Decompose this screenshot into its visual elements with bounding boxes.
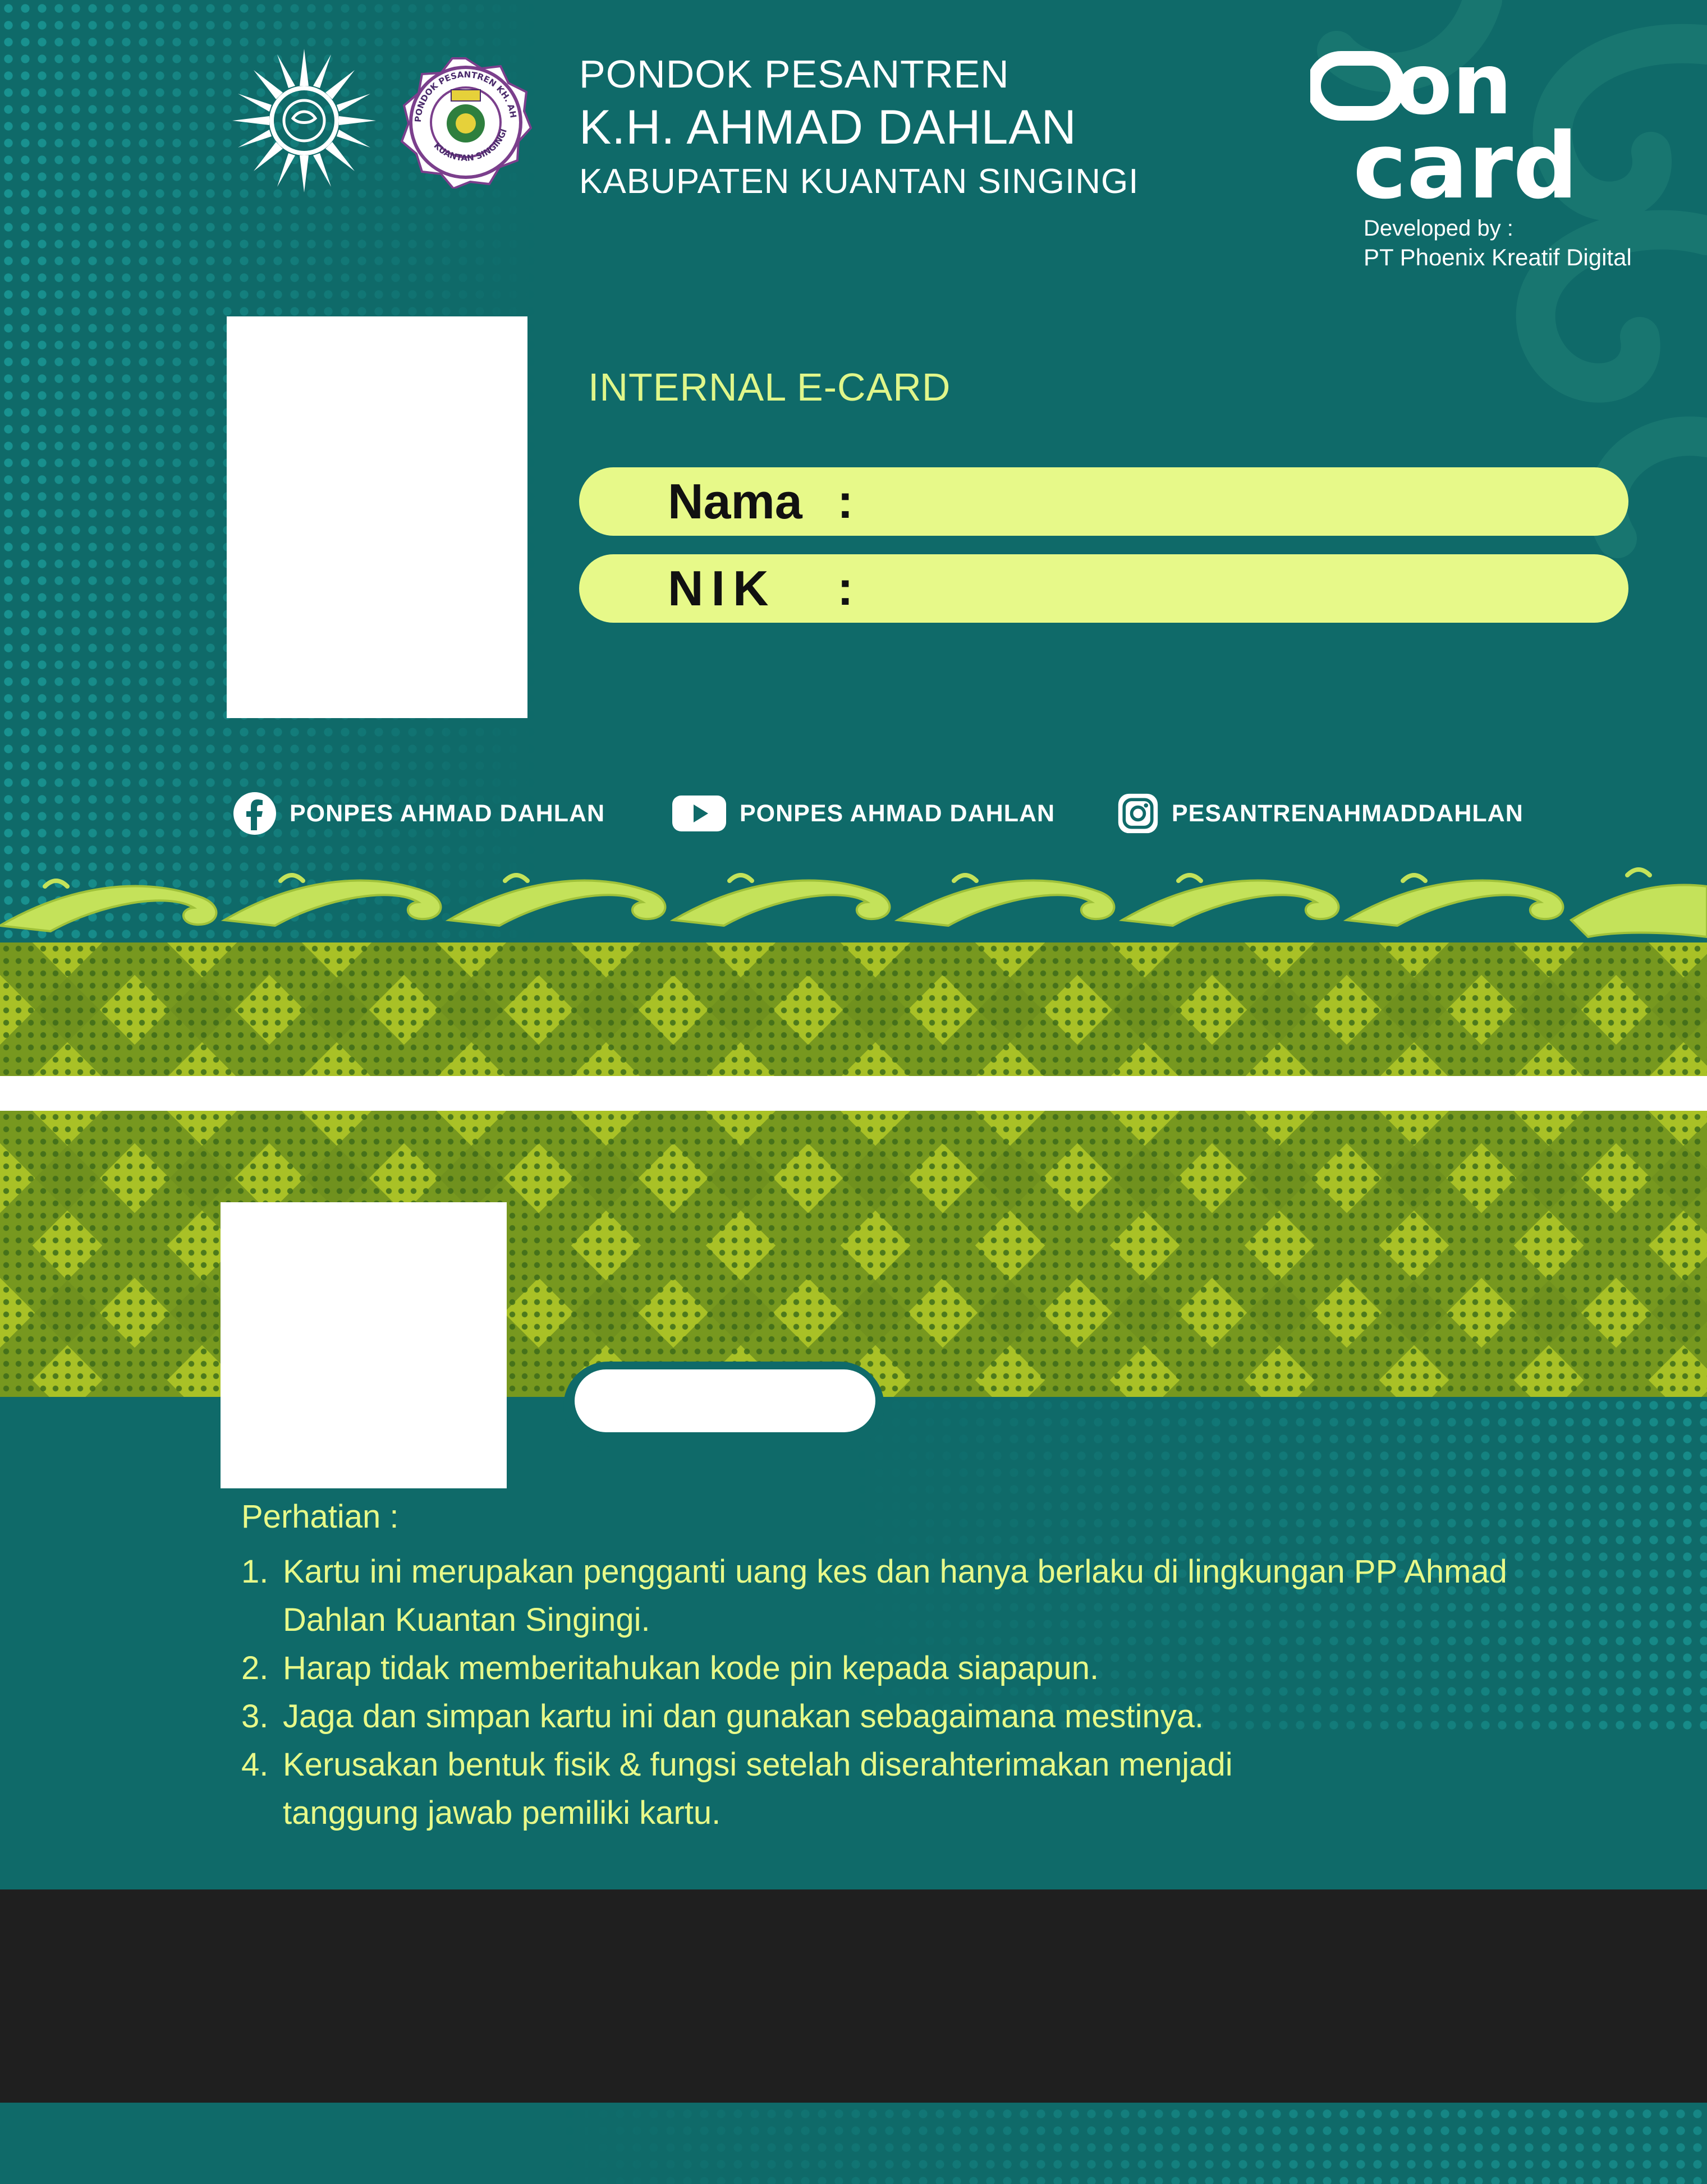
instagram-handle: PESANTRENAHMADDAHLAN [1172,799,1524,827]
facebook-icon [233,792,276,835]
developed-by-label: Developed by : [1364,216,1513,241]
facebook-handle: PONPES AHMAD DAHLAN [290,799,605,827]
nik-field-label: NIK [668,560,777,616]
card-separator [0,1076,1707,1111]
social-youtube: PONPES AHMAD DAHLAN [671,790,1055,837]
notice-block: Perhatian : 1. Kartu ini merupakan pengg… [241,1498,1562,1837]
notice-item-text: Harap tidak memberitahukan kode pin kepa… [283,1650,1099,1686]
school-name: K.H. AHMAD DAHLAN [579,100,1077,154]
notice-item-text: Jaga dan simpan kartu ini dan gunakan se… [283,1698,1204,1735]
nik-field-colon: : [837,561,854,615]
magnetic-stripe [0,1889,1707,2103]
notice-item-text: Kartu ini merupakan pengganti uang kes d… [283,1553,1507,1638]
wave-ornament-band [0,867,1707,939]
notice-item-text: Kerusakan bentuk fisik & fungsi setelah … [283,1746,1233,1831]
notice-item: 2. Harap tidak memberitahukan kode pin k… [241,1644,1562,1693]
developer-name: PT Phoenix Kreatif Digital [1364,244,1632,270]
halftone-decoration [561,2105,1707,2184]
brand-logo-bottom-text: card [1353,114,1578,208]
card-type-label: INTERNAL E-CARD [588,365,951,409]
organization-logo [232,49,376,192]
notice-item: 1. Kartu ini merupakan pengganti uang ke… [241,1548,1562,1644]
brand-logo: on card [1310,50,1578,208]
school-seal-logo: PONDOK PESANTREN KH. AHMAD DAHLAN KUANTA… [400,56,532,188]
notice-item: 4. Kerusakan bentuk fisik & fungsi setel… [241,1741,1293,1837]
notice-item-number: 2. [241,1650,269,1686]
youtube-icon [672,796,726,831]
woven-pattern-overlay [0,942,1707,1076]
woven-pattern-band [0,942,1707,1076]
notice-item-number: 3. [241,1698,269,1735]
social-instagram: PESANTRENAHMADDAHLAN [1117,790,1524,837]
card-back: Perhatian : 1. Kartu ini merupakan pengg… [0,1111,1707,2184]
card-front: PONDOK PESANTREN KH. AHMAD DAHLAN KUANTA… [0,0,1707,1076]
name-field-colon: : [837,474,854,528]
notice-item: 3. Jaga dan simpan kartu ini dan gunakan… [241,1693,1562,1741]
instagram-icon [1118,793,1158,834]
nik-field: NIK : [579,554,1628,623]
notice-item-number: 1. [241,1553,269,1590]
photo-placeholder [227,316,527,718]
photo-placeholder [221,1202,507,1488]
youtube-handle: PONPES AHMAD DAHLAN [740,799,1056,827]
name-field-label: Nama [668,473,802,529]
notice-item-number: 4. [241,1746,269,1783]
social-facebook: PONPES AHMAD DAHLAN [232,790,605,837]
id-number-pill [575,1369,875,1432]
name-field: Nama : [579,467,1628,536]
notice-title: Perhatian : [241,1498,399,1535]
notice-list: 1. Kartu ini merupakan pengganti uang ke… [241,1548,1562,1837]
school-region: KABUPATEN KUANTAN SINGINGI [579,162,1139,201]
school-type-label: PONDOK PESANTREN [579,52,1009,96]
